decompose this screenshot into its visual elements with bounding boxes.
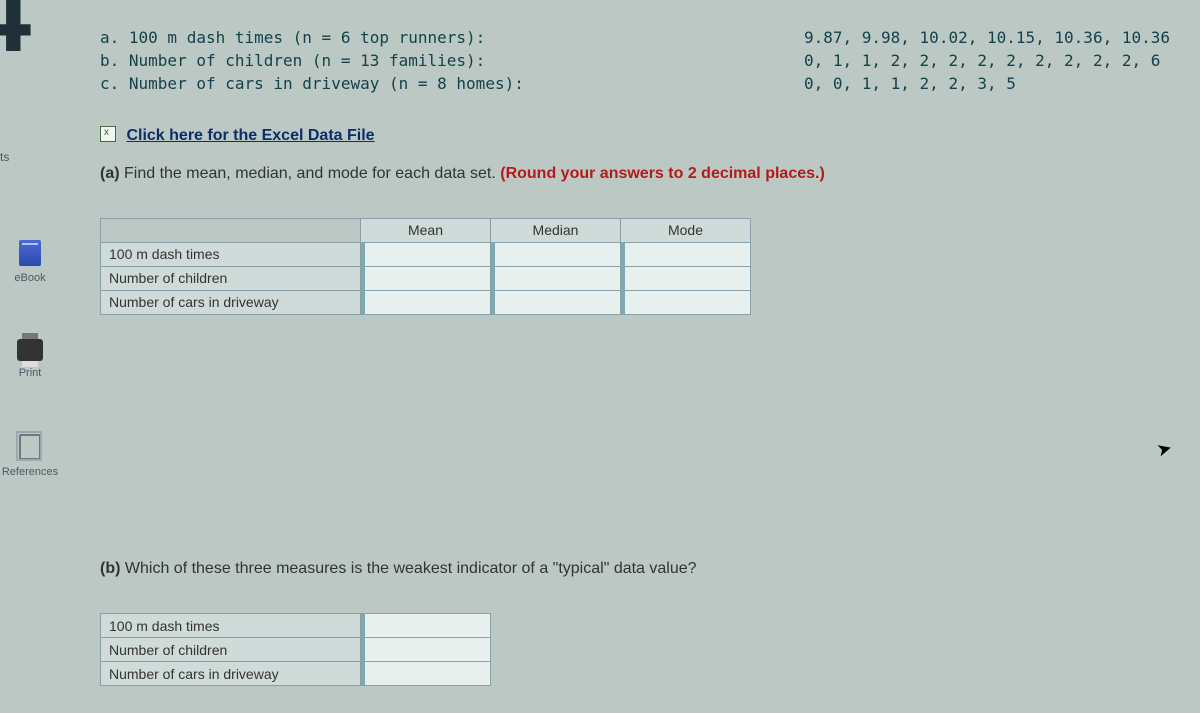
mean-dash-input[interactable]	[361, 242, 491, 266]
sidebar-fragment: ts	[0, 150, 9, 164]
nav-references-label: References	[0, 466, 60, 478]
table-row: Number of children	[101, 638, 491, 662]
table-row: 100 m dash times	[101, 242, 751, 266]
data-line-c: c. Number of cars in driveway (n = 8 hom…	[100, 72, 524, 95]
nav-print[interactable]: Print	[0, 339, 60, 379]
weakest-cars-input[interactable]	[361, 662, 491, 686]
median-children-input[interactable]	[491, 266, 621, 290]
nav-ebook[interactable]: eBook	[0, 240, 60, 284]
part-a-hint: (Round your answers to 2 decimal places.…	[500, 165, 825, 182]
rowb-label-children: Number of children	[101, 638, 361, 662]
row-label-children: Number of children	[101, 266, 361, 290]
references-icon	[19, 434, 41, 460]
data-block: a. 100 m dash times (n = 6 top runners):…	[100, 26, 1170, 96]
nav-ebook-label: eBook	[0, 272, 60, 284]
table-row: 100 m dash times	[101, 614, 491, 638]
row-label-cars: Number of cars in driveway	[101, 290, 361, 314]
data-values-a: 9.87, 9.98, 10.02, 10.15, 10.36, 10.36	[804, 26, 1170, 49]
nav-print-label: Print	[0, 367, 60, 379]
weakest-dash-input[interactable]	[361, 614, 491, 638]
table-row: Number of cars in driveway	[101, 662, 491, 686]
mode-children-input[interactable]	[621, 266, 751, 290]
rowb-label-dash: 100 m dash times	[101, 614, 361, 638]
printer-icon	[17, 339, 43, 361]
median-dash-input[interactable]	[491, 242, 621, 266]
ebook-icon	[19, 240, 41, 266]
part-a-prompt: (a) Find the mean, median, and mode for …	[100, 165, 1170, 183]
part-b-prompt: (b) Which of these three measures is the…	[100, 560, 1170, 578]
nav-references[interactable]: References	[0, 434, 60, 478]
excel-link-row: Click here for the Excel Data File	[100, 124, 1170, 145]
table-a-col-median: Median	[491, 218, 621, 242]
mean-children-input[interactable]	[361, 266, 491, 290]
left-nav: eBook Print References	[0, 240, 60, 533]
part-b-text: Which of these three measures is the wea…	[125, 560, 697, 577]
question-number: 4	[0, 0, 25, 77]
answer-table-b: 100 m dash times Number of children Numb…	[100, 613, 491, 686]
mode-cars-input[interactable]	[621, 290, 751, 314]
data-line-b: b. Number of children (n = 13 families):	[100, 49, 524, 72]
excel-icon	[100, 126, 116, 142]
table-a-corner	[101, 218, 361, 242]
mean-cars-input[interactable]	[361, 290, 491, 314]
data-line-a: a. 100 m dash times (n = 6 top runners):	[100, 26, 524, 49]
table-a-col-mean: Mean	[361, 218, 491, 242]
data-values-b: 0, 1, 1, 2, 2, 2, 2, 2, 2, 2, 2, 2, 6	[804, 49, 1170, 72]
part-a-label: (a)	[100, 165, 120, 182]
mode-dash-input[interactable]	[621, 242, 751, 266]
row-label-dash: 100 m dash times	[101, 242, 361, 266]
answer-table-a: Mean Median Mode 100 m dash times Number…	[100, 218, 751, 315]
table-row: Number of children	[101, 266, 751, 290]
table-row: Number of cars in driveway	[101, 290, 751, 314]
part-a-text: Find the mean, median, and mode for each…	[124, 165, 496, 182]
cursor-icon: ➤	[1154, 437, 1174, 461]
table-a-col-mode: Mode	[621, 218, 751, 242]
data-values-c: 0, 0, 1, 1, 2, 2, 3, 5	[804, 72, 1170, 95]
excel-data-file-link[interactable]: Click here for the Excel Data File	[126, 127, 374, 144]
median-cars-input[interactable]	[491, 290, 621, 314]
part-b-label: (b)	[100, 560, 120, 577]
rowb-label-cars: Number of cars in driveway	[101, 662, 361, 686]
weakest-children-input[interactable]	[361, 638, 491, 662]
